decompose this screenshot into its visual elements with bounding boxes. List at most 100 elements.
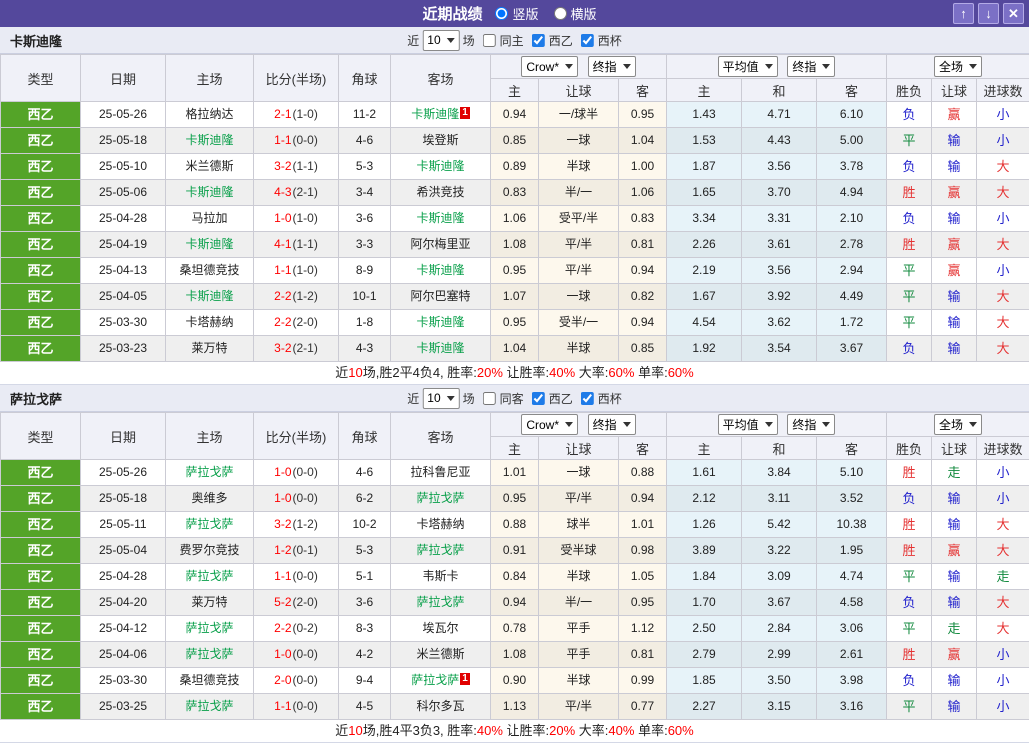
move-up-button[interactable]: ↑: [953, 3, 974, 24]
odds-cell: 半/一: [539, 180, 619, 206]
odds-cell: 一球: [539, 460, 619, 486]
same-venue-checkbox[interactable]: [483, 392, 496, 405]
same-venue-checkbox[interactable]: [483, 34, 496, 47]
result-handicap-cell: 输: [932, 512, 977, 538]
final-odds-select-2[interactable]: 终指: [787, 56, 835, 77]
result-goals-cell: 小: [977, 206, 1029, 232]
result-goals-cell: 走: [977, 564, 1029, 590]
cup-checkbox[interactable]: [581, 392, 594, 405]
corner-cell: 5-1: [339, 564, 391, 590]
score-cell: 3-2(1-2): [254, 512, 339, 538]
odds-cell: 平手: [539, 616, 619, 642]
score-cell: 2-1(1-0): [254, 102, 339, 128]
odds-cell: 4.71: [742, 102, 817, 128]
odds-cell: 3.98: [817, 668, 887, 694]
vertical-radio-input[interactable]: [495, 7, 508, 20]
odds-cell: 0.99: [619, 668, 667, 694]
recent-matches-table-1: 类型 日期 主场 比分(半场) 角球 客场 Crow* 终指 平均值 终指: [0, 54, 1029, 362]
average-odds-select[interactable]: 平均值: [718, 414, 778, 435]
result-goals-cell: 大: [977, 310, 1029, 336]
team-section-zaragoza: 萨拉戈萨 近 10 场 同客 西乙 西杯: [0, 385, 1029, 743]
odds-cell: 1.87: [667, 154, 742, 180]
away-team-cell: 埃登斯: [391, 128, 491, 154]
radio-vertical-layout[interactable]: 竖版: [495, 4, 538, 23]
odds-cell: 0.95: [491, 310, 539, 336]
result-goals-cell: 大: [977, 512, 1029, 538]
odds-cell: 0.84: [491, 564, 539, 590]
result-handicap-cell: 输: [932, 486, 977, 512]
radio-vertical-label: 竖版: [512, 4, 538, 23]
result-handicap-cell: 输: [932, 128, 977, 154]
odds-cell: 1.92: [667, 336, 742, 362]
result-goals-cell: 大: [977, 284, 1029, 310]
corner-cell: 4-6: [339, 460, 391, 486]
odds-cell: 0.95: [619, 102, 667, 128]
home-team-cell: 卡斯迪隆: [166, 284, 254, 310]
match-count-select[interactable]: 10: [422, 388, 459, 409]
odds-cell: 0.82: [619, 284, 667, 310]
col-ah-home-header: 主: [491, 437, 539, 460]
red-card-badge: 1: [460, 107, 470, 119]
radio-horizontal-layout[interactable]: 横版: [554, 4, 597, 23]
full-match-select[interactable]: 全场: [934, 56, 982, 77]
odds-cell: 0.95: [491, 486, 539, 512]
odds-cell: 一球: [539, 128, 619, 154]
match-date-cell: 25-03-25: [81, 694, 166, 720]
match-count-select[interactable]: 10: [422, 30, 459, 51]
horizontal-radio-input[interactable]: [554, 7, 567, 20]
league-checkbox[interactable]: [532, 392, 545, 405]
result-wdl-cell: 负: [887, 668, 932, 694]
match-row: 西乙25-05-26格拉纳达2-1(1-0)11-2卡斯迪隆10.94一/球半0…: [1, 102, 1029, 128]
odds-cell: 1.08: [491, 232, 539, 258]
away-team-cell: 拉科鲁尼亚: [391, 460, 491, 486]
bookmaker-select[interactable]: Crow*: [521, 414, 578, 435]
odds-cell: 0.77: [619, 694, 667, 720]
result-wdl-cell: 平: [887, 310, 932, 336]
final-odds-select-1[interactable]: 终指: [588, 56, 636, 77]
odds-cell: 3.84: [742, 460, 817, 486]
result-wdl-cell: 平: [887, 564, 932, 590]
col-avg-away-header: 客: [817, 437, 887, 460]
home-team-cell: 卡斯迪隆: [166, 232, 254, 258]
odds-cell: 0.95: [491, 258, 539, 284]
odds-cell: 平/半: [539, 694, 619, 720]
odds-cell: 2.12: [667, 486, 742, 512]
league-type-cell: 西乙: [1, 336, 81, 362]
league-type-cell: 西乙: [1, 590, 81, 616]
odds-cell: 2.84: [742, 616, 817, 642]
away-team-cell: 埃瓦尔: [391, 616, 491, 642]
move-down-button[interactable]: ↓: [978, 3, 999, 24]
match-row: 西乙25-04-28马拉加1-0(1-0)3-6卡斯迪隆1.06受平/半0.83…: [1, 206, 1029, 232]
close-button[interactable]: ✕: [1003, 3, 1024, 24]
corner-cell: 11-2: [339, 102, 391, 128]
league-type-cell: 西乙: [1, 668, 81, 694]
final-odds-select-1[interactable]: 终指: [588, 414, 636, 435]
result-wdl-cell: 平: [887, 616, 932, 642]
result-group: 全场: [887, 55, 1029, 79]
bookmaker-select[interactable]: Crow*: [521, 56, 578, 77]
corner-cell: 8-3: [339, 616, 391, 642]
col-home-header: 主场: [166, 413, 254, 460]
score-cell: 1-1(0-0): [254, 128, 339, 154]
col-avg-home-header: 主: [667, 79, 742, 102]
average-odds-select[interactable]: 平均值: [718, 56, 778, 77]
section-header: 萨拉戈萨 近 10 场 同客 西乙 西杯: [0, 385, 1029, 412]
corner-cell: 3-3: [339, 232, 391, 258]
col-away-header: 客场: [391, 55, 491, 102]
match-row: 西乙25-03-25萨拉戈萨1-1(0-0)4-5科尔多瓦1.13平/半0.77…: [1, 694, 1029, 720]
score-cell: 2-2(0-2): [254, 616, 339, 642]
full-match-select[interactable]: 全场: [934, 414, 982, 435]
corner-cell: 4-2: [339, 642, 391, 668]
match-date-cell: 25-04-05: [81, 284, 166, 310]
near-label: 近: [407, 390, 419, 407]
odds-cell: 3.06: [817, 616, 887, 642]
score-cell: 1-0(0-0): [254, 486, 339, 512]
final-odds-select-2[interactable]: 终指: [787, 414, 835, 435]
col-avg-draw-header: 和: [742, 437, 817, 460]
cup-checkbox[interactable]: [581, 34, 594, 47]
result-goals-cell: 小: [977, 486, 1029, 512]
score-cell: 4-1(1-1): [254, 232, 339, 258]
europe-odds-group: 平均值 终指: [667, 413, 887, 437]
result-goals-cell: 大: [977, 616, 1029, 642]
league-checkbox[interactable]: [532, 34, 545, 47]
